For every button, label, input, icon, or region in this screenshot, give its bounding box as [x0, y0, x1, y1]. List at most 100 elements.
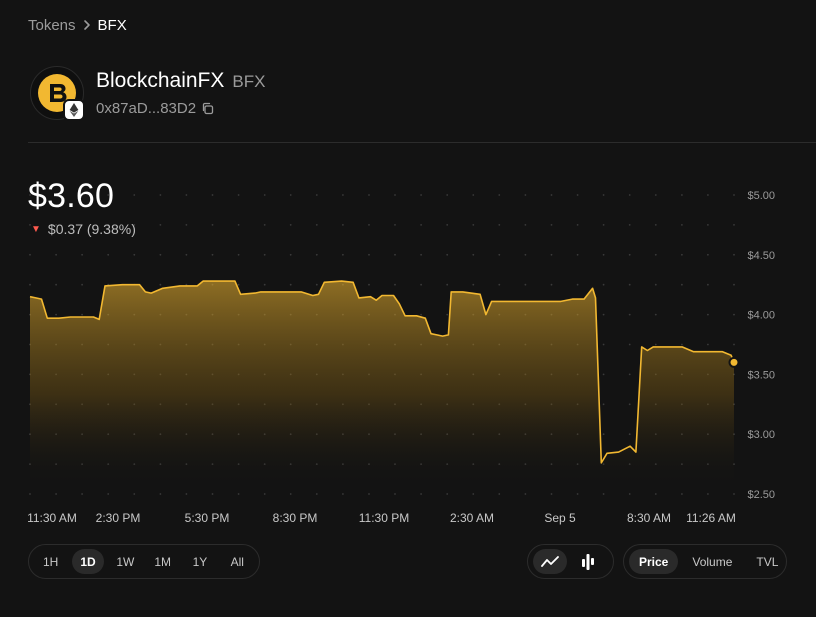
grid-dot [342, 493, 344, 495]
grid-dot [681, 493, 683, 495]
grid-dot [733, 283, 735, 286]
grid-dot [420, 224, 422, 226]
grid-dot [29, 283, 31, 286]
grid-dot [602, 373, 605, 376]
y-tick-label: $4.50 [747, 250, 775, 262]
grid-dot [498, 493, 501, 495]
grid-dot [237, 253, 240, 256]
y-tick-label: $3.00 [747, 429, 775, 441]
grid-dot [315, 194, 318, 196]
grid-dot [289, 253, 292, 256]
grid-dot [237, 194, 240, 196]
metric-price-button[interactable]: Price [629, 549, 679, 574]
grid-dot [472, 224, 475, 226]
range-1h-button[interactable]: 1H [35, 549, 66, 574]
grid-dot [446, 313, 449, 316]
grid-dot [263, 283, 266, 286]
grid-dot [159, 224, 162, 226]
grid-dot [159, 283, 162, 286]
grid-dot [315, 224, 318, 226]
grid-dot [707, 493, 709, 495]
grid-dot [263, 493, 266, 495]
grid-dot [602, 313, 605, 316]
grid-dot [602, 194, 605, 196]
grid-dot [498, 283, 501, 286]
time-range-selector: 1H 1D 1W 1M 1Y All [28, 544, 260, 579]
grid-dot [29, 493, 31, 495]
line-chart-button[interactable] [533, 549, 567, 574]
price-chart[interactable]: $5.00 $4.50 $4.00 $3.50 $3.00 $2.50 11:30 AM 2… [0, 0, 816, 617]
grid-dot [602, 224, 605, 226]
grid-dot [733, 493, 735, 495]
grid-dot [342, 253, 344, 256]
grid-dot [524, 493, 527, 495]
price-area [30, 281, 734, 488]
grid-dot [133, 194, 136, 196]
grid-dot [576, 194, 579, 196]
grid-dot [681, 313, 683, 316]
y-axis: $5.00 $4.50 $4.00 $3.50 $3.00 $2.50 [747, 190, 775, 501]
grid-dot [733, 313, 735, 316]
grid-dot [289, 224, 292, 226]
grid-dot [211, 194, 214, 196]
grid-dot [550, 493, 553, 495]
grid-dot [654, 493, 657, 495]
grid-dot [654, 253, 657, 256]
grid-dot [654, 283, 657, 286]
grid-dot [602, 403, 605, 406]
grid-dot [681, 224, 683, 226]
grid-dot [707, 313, 709, 316]
grid-dot [342, 224, 344, 226]
grid-dot [185, 493, 188, 495]
grid-dot [237, 283, 240, 286]
grid-dot [576, 253, 579, 256]
grid-dot [472, 194, 475, 196]
grid-dot [55, 313, 57, 316]
grid-dot [628, 194, 631, 196]
grid-dot [602, 493, 605, 495]
y-tick-label: $3.50 [747, 369, 775, 381]
grid-dot [550, 283, 553, 286]
grid-dot [681, 283, 683, 286]
grid-dot [628, 343, 631, 346]
grid-dot [55, 493, 57, 495]
grid-dot [237, 493, 240, 495]
chart-type-selector [527, 544, 614, 579]
grid-dot [81, 253, 83, 256]
grid-dot [29, 253, 31, 256]
x-tick-label: 2:30 PM [96, 511, 141, 525]
grid-dot [394, 224, 396, 226]
grid-dot [133, 253, 136, 256]
y-tick-label: $4.00 [747, 310, 775, 322]
grid-dot [602, 283, 605, 286]
grid-dot [55, 283, 57, 286]
range-1d-button[interactable]: 1D [72, 549, 104, 574]
range-1y-button[interactable]: 1Y [184, 549, 215, 574]
candlestick-chart-button[interactable] [571, 549, 605, 574]
range-1m-button[interactable]: 1M [147, 549, 178, 574]
grid-dot [315, 253, 318, 256]
grid-dot [289, 283, 292, 286]
grid-dot [159, 253, 162, 256]
grid-dot [446, 194, 449, 196]
grid-dot [81, 493, 83, 495]
grid-dot [420, 283, 422, 286]
grid-dot [628, 433, 631, 436]
x-tick-label: Sep 5 [544, 511, 576, 525]
range-all-button[interactable]: All [222, 549, 253, 574]
metric-volume-button[interactable]: Volume [682, 549, 742, 574]
grid-dot [707, 194, 709, 196]
grid-dot [628, 373, 631, 376]
x-tick-label: 8:30 AM [627, 511, 671, 525]
grid-dot [707, 283, 709, 286]
grid-dot [472, 493, 475, 495]
grid-dot [524, 253, 527, 256]
grid-dot [159, 493, 162, 495]
metric-tvl-button[interactable]: TVL [746, 549, 788, 574]
grid-dot [602, 343, 605, 346]
range-1w-button[interactable]: 1W [110, 549, 141, 574]
grid-dot [185, 194, 188, 196]
grid-dot [628, 493, 631, 495]
grid-dot [342, 194, 344, 196]
grid-dot [628, 283, 631, 286]
